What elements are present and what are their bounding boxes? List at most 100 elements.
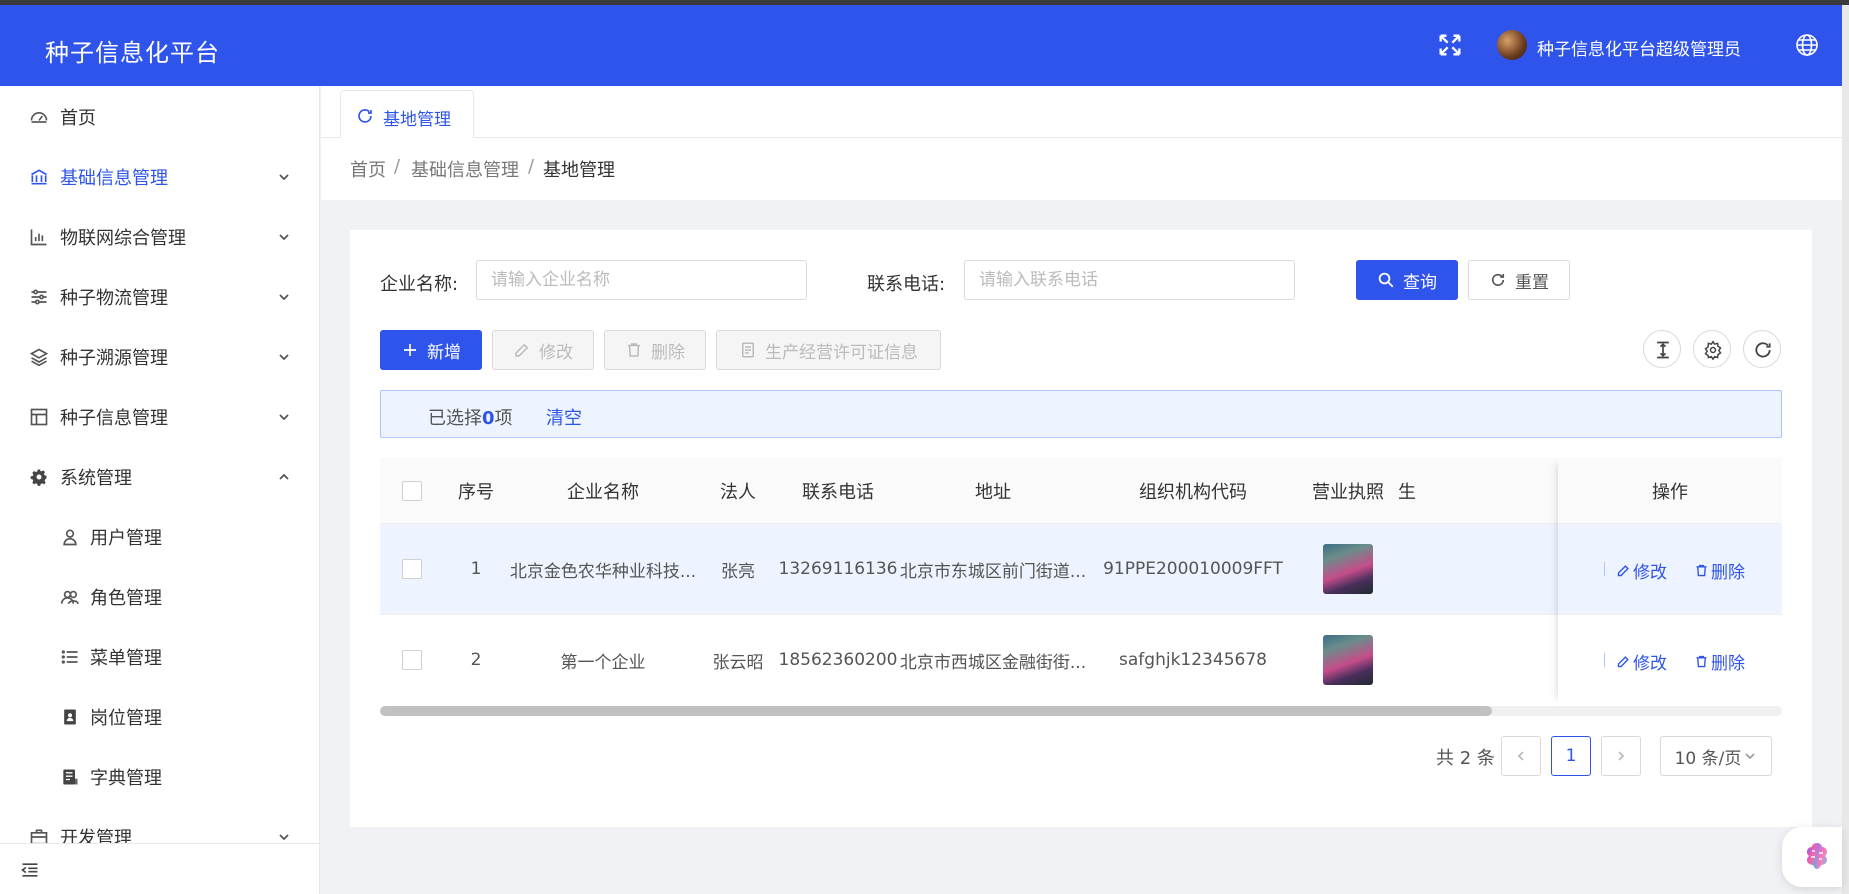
selection-alert: 已选择0项 清空: [380, 390, 1782, 438]
page-size-select[interactable]: 10 条/页: [1660, 736, 1772, 776]
plus-icon: [404, 344, 416, 356]
pagination-next-button[interactable]: [1601, 736, 1641, 776]
data-table: 序号 企业名称 法人 联系电话 地址 组织机构代码 营业执照 生 1 北京金色农…: [380, 458, 1782, 705]
app-title: 种子信息化平台: [45, 39, 220, 67]
org-code-cell: safghjk12345678: [1119, 650, 1267, 670]
sidebar-item-menus[interactable]: 菜单管理: [0, 626, 319, 686]
tab-base-management[interactable]: 基地管理: [340, 90, 474, 139]
reload-icon: [1755, 342, 1771, 358]
table-horizontal-scrollbar[interactable]: [380, 706, 1782, 716]
sidebar-item-posts[interactable]: 岗位管理: [0, 686, 319, 746]
clear-selection-link[interactable]: 清空: [546, 404, 582, 430]
sidebar-item-seed-info[interactable]: 种子信息管理: [0, 386, 319, 446]
selection-suffix: 项: [494, 408, 513, 429]
license-image-cell: [1298, 524, 1398, 614]
globe-icon[interactable]: [1795, 33, 1819, 57]
sidebar-item-home[interactable]: 首页: [0, 86, 319, 146]
chevron-left-icon: [1517, 751, 1524, 761]
avatar[interactable]: [1497, 30, 1527, 60]
bank-icon: [31, 169, 47, 185]
sidebar-item-label: 首页: [60, 108, 96, 129]
row-edit-link[interactable]: 修改: [1616, 649, 1667, 674]
column-header: 营业执照: [1312, 481, 1384, 503]
gear-icon: [30, 469, 47, 486]
sidebar-item-label: 基础信息管理: [60, 168, 168, 189]
sidebar-item-label: 岗位管理: [90, 708, 162, 729]
refresh-icon[interactable]: [356, 107, 374, 125]
sidebar-item-iot[interactable]: 物联网综合管理: [0, 206, 319, 266]
license-info-button[interactable]: 生产经营许可证信息: [716, 330, 941, 370]
column-header: 组织机构代码: [1139, 481, 1247, 503]
edit-icon: [1617, 565, 1629, 577]
pagination-page[interactable]: 1: [1551, 736, 1591, 776]
edit-icon: [515, 343, 529, 357]
row-delete-label: 删除: [1711, 654, 1745, 674]
sidebar-item-logistics[interactable]: 种子物流管理: [0, 266, 319, 326]
delete-button-label: 删除: [651, 342, 685, 363]
window-scrollbar[interactable]: [1842, 5, 1849, 894]
row-select-cell: [380, 615, 444, 705]
reset-button[interactable]: 重置: [1468, 260, 1570, 300]
fullscreen-icon[interactable]: [1436, 31, 1464, 59]
list-icon: [61, 650, 78, 664]
trash-icon: [1696, 655, 1707, 668]
select-all-cell: [380, 458, 444, 523]
search-icon: [1378, 272, 1394, 288]
breadcrumb-basic-info[interactable]: 基础信息管理: [411, 156, 519, 182]
action-divider: [1604, 653, 1605, 667]
id-card-icon: [64, 709, 76, 725]
chevron-down-icon: [279, 294, 289, 301]
dashboard-icon: [30, 112, 48, 123]
address-cell: 北京市东城区前门街道...: [899, 561, 1087, 582]
add-button[interactable]: 新增: [380, 330, 482, 370]
select-all-checkbox[interactable]: [402, 480, 422, 501]
density-button[interactable]: [1643, 330, 1681, 368]
sidebar-item-label: 系统管理: [60, 468, 132, 489]
ai-assistant-button[interactable]: [1782, 827, 1842, 887]
row-edit-link[interactable]: 修改: [1616, 558, 1667, 583]
sliders-icon: [31, 289, 47, 305]
book-icon: [63, 769, 78, 785]
row-actions: 修改 删除: [1558, 524, 1782, 615]
row-select-cell: [380, 524, 444, 614]
row-checkbox[interactable]: [402, 650, 422, 670]
reload-icon: [1491, 273, 1505, 286]
sidebar-item-dictionary[interactable]: 字典管理: [0, 746, 319, 806]
bar-chart-icon: [30, 229, 47, 246]
sidebar-item-users[interactable]: 用户管理: [0, 506, 319, 566]
menu-fold-icon[interactable]: [20, 860, 40, 880]
column-header: 企业名称: [567, 481, 639, 503]
scrollbar-thumb[interactable]: [380, 706, 1492, 716]
sidebar-item-basic-info[interactable]: 基础信息管理: [0, 146, 319, 206]
sidebar: 首页 基础信息管理 物联网综合管理 种子物流管理 种子溯源管理 种子信息管理 系…: [0, 86, 320, 894]
pagination-prev-button[interactable]: [1501, 736, 1541, 776]
sidebar-item-roles[interactable]: 角色管理: [0, 566, 319, 626]
column-header: 地址: [975, 481, 1011, 503]
query-button[interactable]: 查询: [1356, 260, 1458, 300]
row-actions: 修改 删除: [1558, 615, 1782, 705]
delete-button[interactable]: 删除: [604, 330, 706, 370]
business-license-thumbnail[interactable]: [1323, 544, 1373, 594]
sidebar-item-label: 字典管理: [90, 768, 162, 789]
sidebar-item-label: 菜单管理: [90, 648, 162, 669]
refresh-button[interactable]: [1743, 330, 1781, 368]
sidebar-item-system[interactable]: 系统管理: [0, 446, 319, 506]
company-name-label: 企业名称:: [380, 274, 459, 295]
chevron-down-icon: [279, 354, 289, 361]
row-delete-link[interactable]: 删除: [1694, 649, 1745, 674]
row-delete-link[interactable]: 删除: [1694, 558, 1745, 583]
business-license-thumbnail[interactable]: [1323, 635, 1373, 685]
sidebar-item-traceability[interactable]: 种子溯源管理: [0, 326, 319, 386]
column-settings-button[interactable]: [1693, 330, 1731, 368]
tabs-bar: 基地管理: [321, 86, 1842, 139]
phone-input[interactable]: [964, 260, 1295, 300]
user-name[interactable]: 种子信息化平台超级管理员: [1537, 35, 1741, 60]
breadcrumb-current: 基地管理: [543, 160, 615, 181]
license-info-button-label: 生产经营许可证信息: [765, 342, 918, 363]
edit-button[interactable]: 修改: [492, 330, 594, 370]
company-name-input[interactable]: [476, 260, 807, 300]
users-icon: [60, 590, 80, 605]
row-checkbox[interactable]: [402, 559, 422, 579]
breadcrumb-home[interactable]: 首页: [350, 156, 386, 182]
column-header: 操作: [1558, 458, 1782, 524]
